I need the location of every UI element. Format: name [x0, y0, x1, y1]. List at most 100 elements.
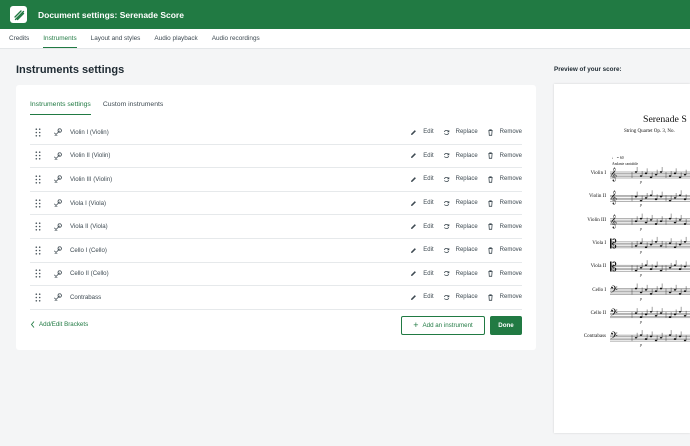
staff-label: Viola I [592, 240, 606, 246]
staff-label: Violin I [590, 171, 606, 176]
remove-button[interactable]: Remove [487, 129, 522, 136]
edit-label: Edit [423, 247, 434, 254]
edit-button[interactable]: Edit [410, 129, 434, 136]
pencil-icon [410, 270, 420, 277]
replace-button[interactable]: Replace [443, 200, 478, 207]
note-head [649, 219, 653, 221]
note-head [683, 173, 687, 176]
clef-icon: 𝄢 [610, 306, 618, 321]
replace-button[interactable]: Replace [443, 270, 478, 277]
remove-button[interactable]: Remove [487, 294, 522, 301]
instrument-row: Violin II (Violin) Edit Replace Remove [30, 145, 522, 169]
note-head [649, 268, 653, 271]
edit-button[interactable]: Edit [410, 294, 434, 301]
instrument-name: Cello II (Cello) [70, 270, 109, 278]
edit-button[interactable]: Edit [410, 152, 434, 159]
violin-icon [53, 269, 63, 279]
note-head [668, 316, 672, 319]
replace-button[interactable]: Replace [443, 129, 478, 136]
subtab-instruments-settings[interactable]: Instruments settings [30, 93, 91, 115]
replace-icon [443, 152, 453, 159]
note-head [659, 195, 663, 198]
row-actions: Edit Replace Remove [401, 145, 522, 168]
note-head [634, 287, 638, 290]
tab-audio-playback[interactable]: Audio playback [154, 29, 197, 48]
tab-credits[interactable]: Credits [9, 29, 29, 48]
note-head [639, 217, 643, 220]
drag-handle-icon[interactable] [33, 127, 43, 137]
instrument-list: Violin I (Violin) Edit Replace Remove Violin… [30, 121, 522, 310]
row-actions: Edit Replace Remove [401, 286, 522, 309]
drag-handle-icon[interactable] [33, 198, 43, 208]
edit-label: Edit [423, 176, 434, 183]
edit-button[interactable]: Edit [410, 200, 434, 207]
note-head [683, 198, 687, 201]
dynamic-marking: p [640, 226, 642, 231]
drag-handle-icon[interactable] [33, 245, 43, 255]
replace-button[interactable]: Replace [443, 247, 478, 254]
score-staves [610, 167, 690, 342]
drag-handle-icon[interactable] [33, 292, 43, 302]
note-head [678, 268, 682, 271]
remove-button[interactable]: Remove [487, 247, 522, 254]
remove-button[interactable]: Remove [487, 152, 522, 160]
replace-button[interactable]: Replace [443, 223, 478, 230]
note-head [639, 316, 643, 319]
remove-button[interactable]: Remove [487, 270, 522, 278]
edit-button[interactable]: Edit [410, 223, 434, 230]
tab-instruments[interactable]: Instruments [43, 29, 78, 48]
remove-button[interactable]: Remove [487, 199, 522, 207]
note-head [644, 313, 648, 316]
note-head [649, 293, 653, 295]
edit-button[interactable]: Edit [410, 176, 434, 183]
drag-handle-icon[interactable] [33, 174, 43, 184]
note-head [668, 199, 672, 202]
note-head [644, 264, 648, 267]
replace-label: Replace [455, 152, 478, 159]
note-head [668, 291, 672, 294]
remove-button[interactable]: Remove [487, 223, 522, 230]
note-head [678, 293, 682, 295]
note-head [673, 338, 677, 340]
subtab-custom-instruments[interactable]: Custom instruments [103, 93, 163, 115]
note-head [639, 291, 643, 294]
note-head [668, 242, 672, 245]
note-head [673, 172, 677, 175]
replace-icon [443, 176, 453, 183]
violin-icon [53, 151, 63, 161]
pencil-icon [410, 129, 420, 136]
note-head [649, 194, 653, 197]
drag-handle-icon[interactable] [33, 151, 43, 161]
add-instrument-label: Add an instrument [422, 322, 473, 329]
instruments-subtabs: Instruments settings Custom instruments [30, 93, 175, 115]
app-logo-icon[interactable] [10, 6, 27, 23]
add-edit-brackets-link[interactable]: Add/Edit Brackets [30, 321, 88, 328]
drag-handle-icon[interactable] [33, 269, 43, 279]
edit-label: Edit [423, 152, 434, 159]
note-head [654, 198, 658, 201]
drag-handle-icon[interactable] [33, 222, 43, 232]
edit-button[interactable]: Edit [410, 247, 434, 254]
staff-label: Cello I [592, 287, 606, 293]
note-head [673, 264, 677, 267]
remove-button[interactable]: Remove [487, 176, 522, 183]
replace-button[interactable]: Replace [443, 294, 478, 301]
instrument-row: Violin III (Violin) Edit Replace Remove [30, 168, 522, 192]
brackets-link-label: Add/Edit Brackets [39, 321, 89, 328]
note-head [659, 220, 663, 223]
tab-layout-and-styles[interactable]: Layout and styles [91, 29, 141, 48]
replace-icon [443, 247, 453, 254]
note-head [659, 245, 663, 247]
row-actions: Edit Replace Remove [401, 168, 522, 191]
replace-button[interactable]: Replace [443, 152, 478, 159]
replace-label: Replace [455, 223, 478, 230]
plus-icon: + [413, 320, 419, 330]
tab-audio-recordings[interactable]: Audio recordings [212, 29, 260, 48]
instrument-row: Viola II (Viola) Edit Replace Remove [30, 215, 522, 239]
remove-label: Remove [499, 270, 522, 277]
replace-button[interactable]: Replace [443, 176, 478, 183]
edit-button[interactable]: Edit [410, 270, 434, 277]
add-instrument-button[interactable]: + Add an instrument [401, 316, 485, 335]
note-head [659, 287, 663, 290]
done-button[interactable]: Done [490, 316, 522, 335]
